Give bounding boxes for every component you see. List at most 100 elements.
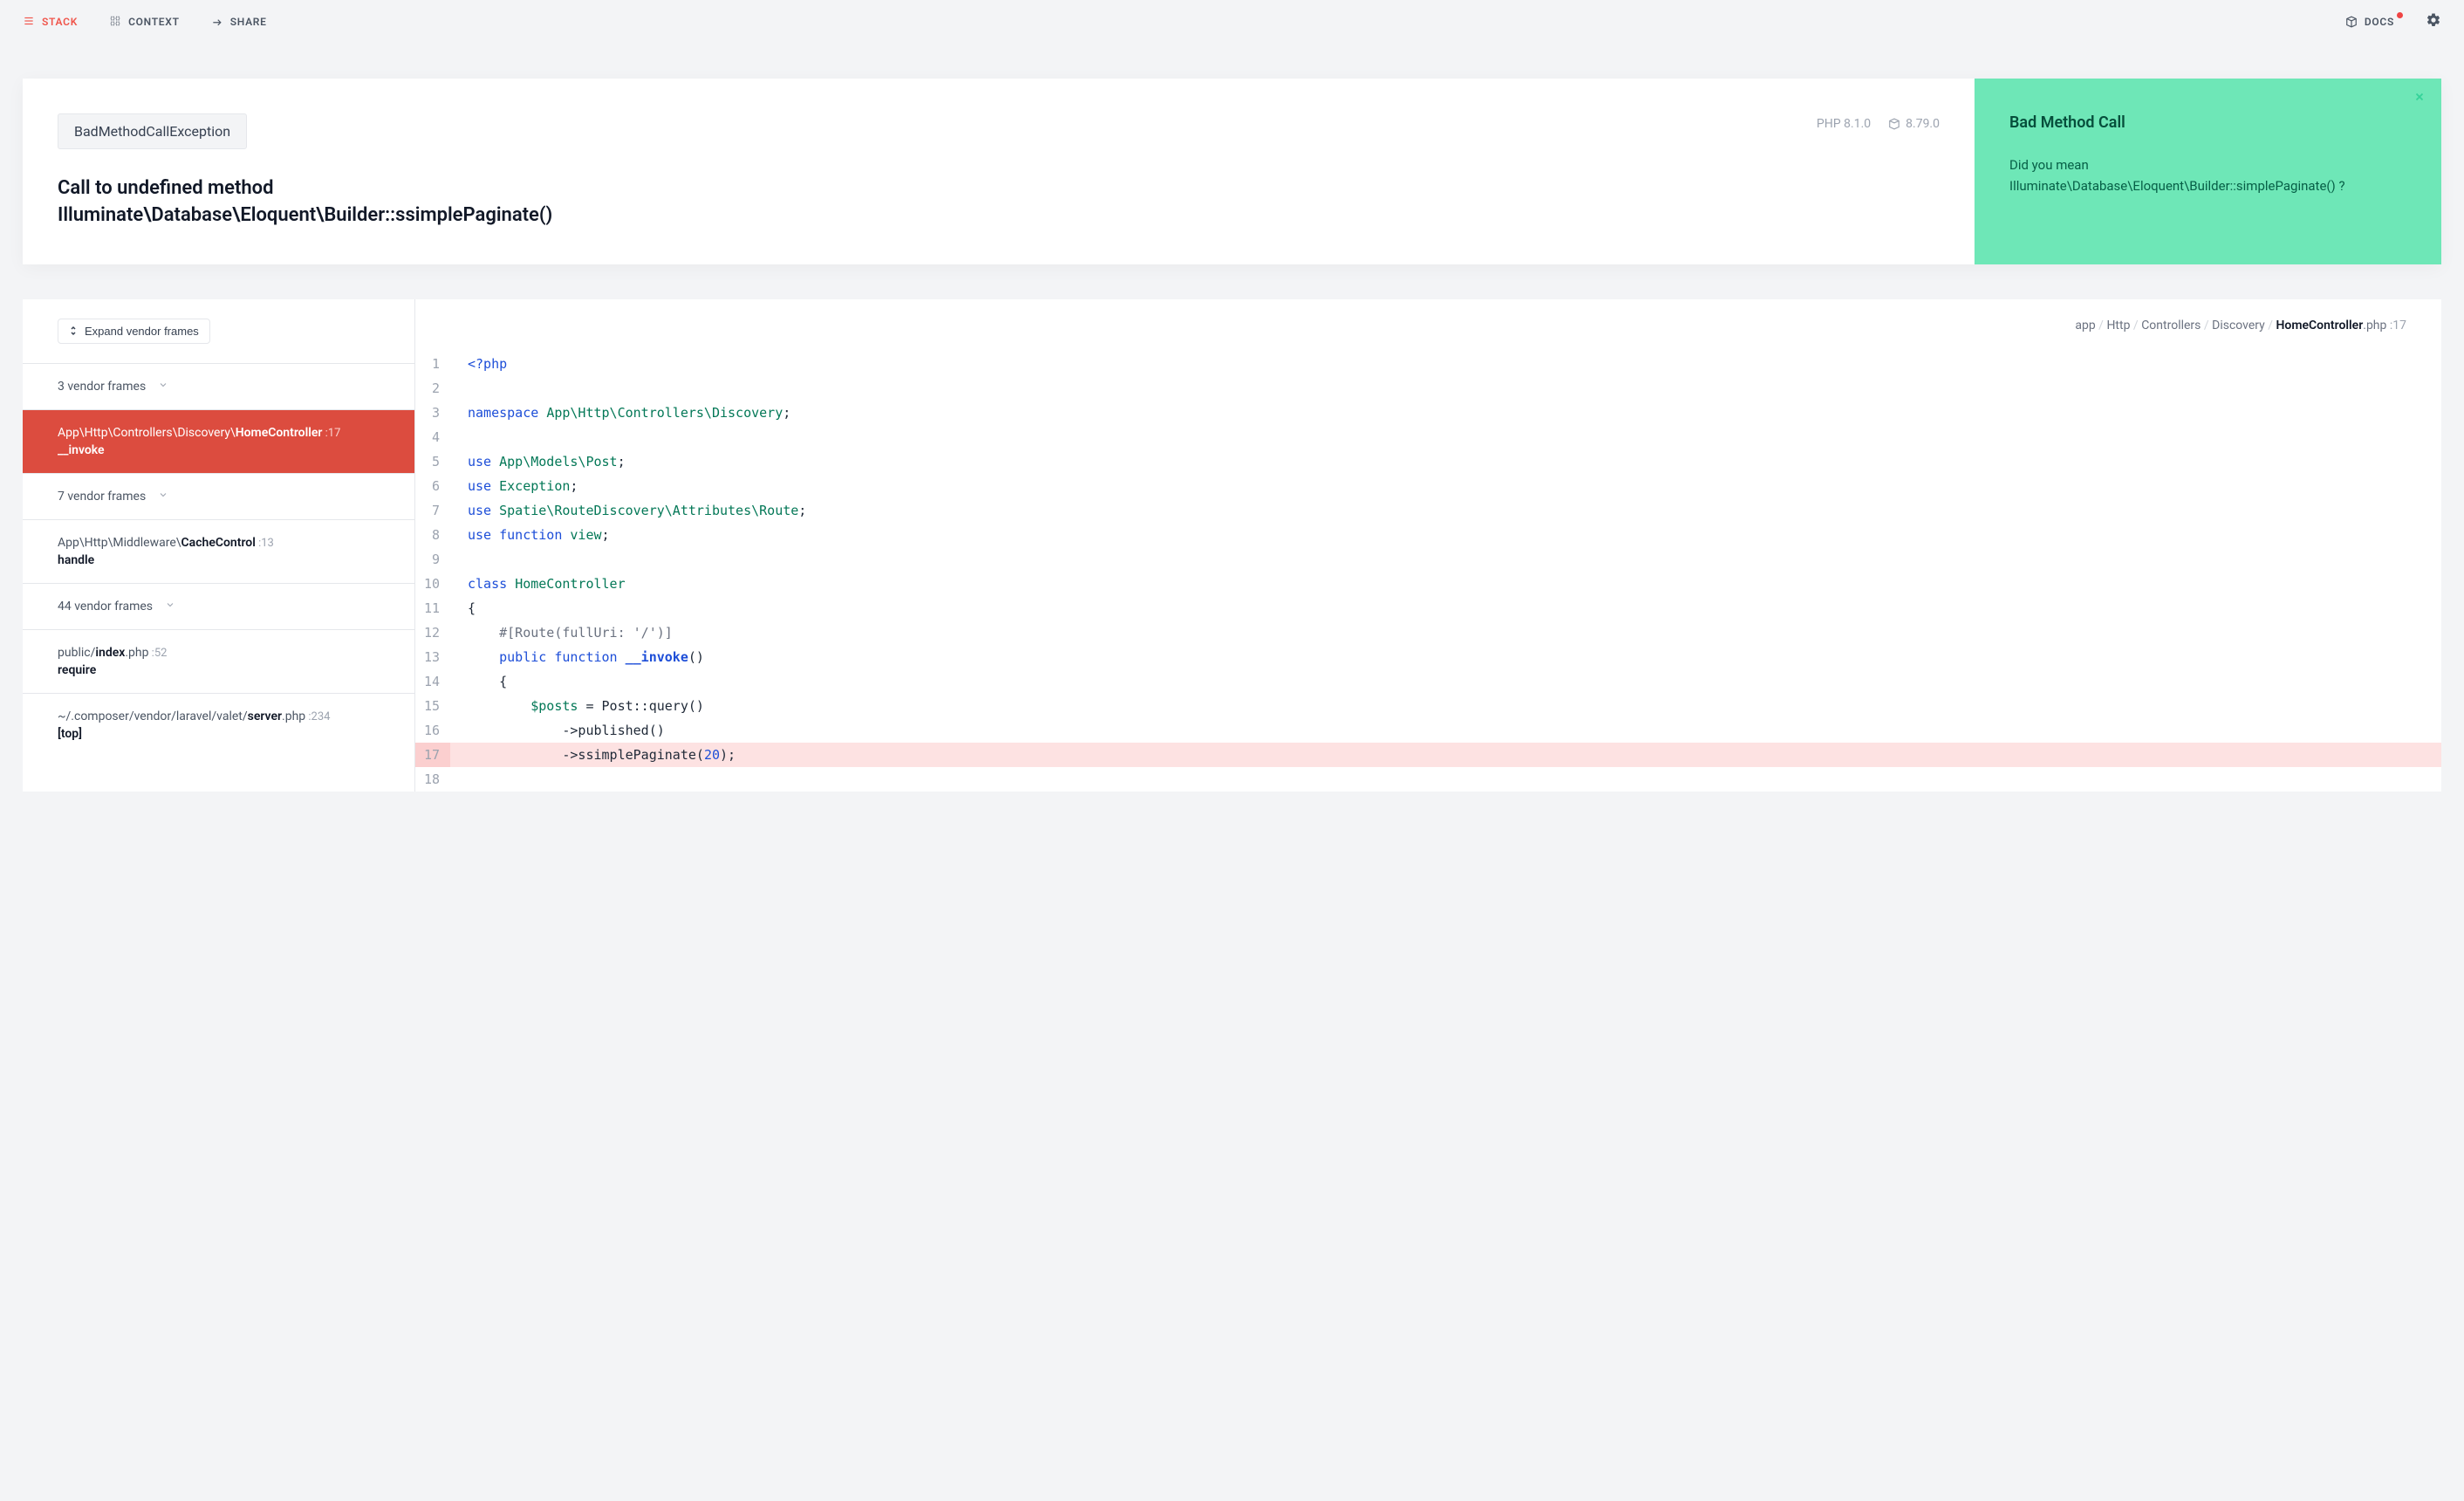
line-source: { [450, 596, 2441, 620]
laravel-icon [2345, 16, 2358, 28]
nav-tab-context[interactable]: CONTEXT [109, 15, 180, 30]
line-number: 12 [415, 620, 450, 645]
line-number: 3 [415, 401, 450, 425]
top-nav: STACK CONTEXT SHARE DOCS [0, 0, 2464, 44]
line-source [450, 767, 2441, 792]
chevron-down-icon [158, 380, 168, 394]
vendor-group-label: 3 vendor frames [58, 380, 146, 394]
frame-location: App\Http\Middleware\CacheControl :13 [58, 536, 380, 550]
nav-tab-share[interactable]: SHARE [211, 15, 267, 30]
vendor-group-label: 44 vendor frames [58, 600, 153, 613]
nav-tab-label: SHARE [230, 16, 267, 28]
hint-line2: Illuminate\Database\Eloquent\Builder::si… [2009, 178, 2345, 194]
line-source: namespace App\Http\Controllers\Discovery… [450, 401, 2441, 425]
close-hint-button[interactable] [2413, 91, 2426, 106]
stack-frame[interactable]: App\Http\Controllers\Discovery\HomeContr… [23, 409, 414, 473]
stack-trace-panel: Expand vendor frames 3 vendor frames App\… [23, 299, 2441, 792]
expand-vendor-frames-label: Expand vendor frames [85, 325, 199, 338]
line-source: class HomeController [450, 572, 2441, 596]
line-source: ->published() [450, 718, 2441, 743]
code-line: 16 ->published() [415, 718, 2441, 743]
line-source: { [450, 669, 2441, 694]
line-number: 2 [415, 376, 450, 401]
close-icon [2413, 91, 2426, 103]
line-source: ->ssimplePaginate(20); [450, 743, 2441, 767]
php-version: PHP 8.1.0 [1817, 117, 1871, 131]
vendor-group-label: 7 vendor frames [58, 490, 146, 504]
gear-icon [2426, 12, 2441, 28]
code-line: 15 $posts = Post::query() [415, 694, 2441, 718]
code-line: 13 public function __invoke() [415, 645, 2441, 669]
line-source: use Spatie\RouteDiscovery\Attributes\Rou… [450, 498, 2441, 523]
stack-icon [23, 15, 35, 30]
laravel-version: 8.79.0 [1906, 117, 1940, 131]
line-source: use App\Models\Post; [450, 449, 2441, 474]
frame-location: ~/.composer/vendor/laravel/valet/server.… [58, 709, 380, 723]
code-line: 8use function view; [415, 523, 2441, 547]
line-number: 11 [415, 596, 450, 620]
line-number: 10 [415, 572, 450, 596]
vendor-frame-group[interactable]: 44 vendor frames [23, 583, 414, 629]
breadcrumb-suffix: .php [2363, 319, 2386, 332]
line-source [450, 376, 2441, 401]
line-number: 16 [415, 718, 450, 743]
nav-tab-label: CONTEXT [128, 16, 180, 28]
share-icon [211, 15, 223, 30]
line-number: 5 [415, 449, 450, 474]
line-number: 1 [415, 352, 450, 376]
code-line: 11{ [415, 596, 2441, 620]
code-line: 14 { [415, 669, 2441, 694]
error-summary-card: BadMethodCallException PHP 8.1.0 8.79.0 … [23, 79, 2441, 264]
vendor-frame-group[interactable]: 7 vendor frames [23, 473, 414, 519]
expand-icon [69, 326, 78, 336]
chevron-down-icon [158, 490, 168, 504]
code-line: 4 [415, 425, 2441, 449]
frame-location: App\Http\Controllers\Discovery\HomeContr… [58, 426, 380, 440]
line-number: 14 [415, 669, 450, 694]
expand-vendor-frames-button[interactable]: Expand vendor frames [58, 319, 210, 344]
frame-location: public/index.php :52 [58, 646, 380, 660]
exception-class-badge: BadMethodCallException [58, 113, 247, 149]
stack-frame[interactable]: App\Http\Middleware\CacheControl :13hand… [23, 519, 414, 583]
error-title: Call to undefined method Illuminate\Data… [58, 175, 1940, 230]
error-title-line2: Illuminate\Database\Eloquent\Builder::ss… [58, 204, 552, 226]
stack-frame[interactable]: ~/.composer/vendor/laravel/valet/server.… [23, 693, 414, 757]
breadcrumb-file: HomeController [2276, 319, 2364, 332]
line-source: <?php [450, 352, 2441, 376]
code-line: 12 #[Route(fullUri: '/')] [415, 620, 2441, 645]
docs-label: DOCS [2365, 16, 2394, 28]
code-column: app / Http / Controllers / Discovery / H… [415, 299, 2441, 792]
code-line: 1<?php [415, 352, 2441, 376]
file-breadcrumb: app / Http / Controllers / Discovery / H… [415, 299, 2441, 352]
frame-function: require [58, 663, 380, 677]
hint-title: Bad Method Call [2009, 113, 2406, 132]
code-line: 3namespace App\Http\Controllers\Discover… [415, 401, 2441, 425]
settings-button[interactable] [2426, 12, 2441, 31]
chevron-down-icon [165, 600, 175, 613]
frame-function: __invoke [58, 443, 380, 457]
code-line: 18 [415, 767, 2441, 792]
frame-function: [top] [58, 727, 380, 741]
line-number: 7 [415, 498, 450, 523]
vendor-frame-group[interactable]: 3 vendor frames [23, 363, 414, 409]
hint-panel: Bad Method Call Did you mean Illuminate\… [1975, 79, 2441, 264]
code-line: 5use App\Models\Post; [415, 449, 2441, 474]
line-source: use function view; [450, 523, 2441, 547]
frames-column: Expand vendor frames 3 vendor frames App\… [23, 299, 415, 792]
context-icon [109, 15, 121, 30]
laravel-icon [1888, 118, 1900, 130]
line-number: 15 [415, 694, 450, 718]
nav-tab-stack[interactable]: STACK [23, 15, 78, 30]
line-source: #[Route(fullUri: '/')] [450, 620, 2441, 645]
hint-line1: Did you mean [2009, 157, 2089, 173]
error-summary-main: BadMethodCallException PHP 8.1.0 8.79.0 … [23, 79, 1975, 264]
line-source: public function __invoke() [450, 645, 2441, 669]
stack-frame[interactable]: public/index.php :52 require [23, 629, 414, 693]
docs-link[interactable]: DOCS [2345, 16, 2394, 28]
line-number: 8 [415, 523, 450, 547]
code-line: 10class HomeController [415, 572, 2441, 596]
line-source [450, 425, 2441, 449]
line-number: 9 [415, 547, 450, 572]
breadcrumb-line: 17 [2392, 319, 2406, 332]
code-line: 9 [415, 547, 2441, 572]
